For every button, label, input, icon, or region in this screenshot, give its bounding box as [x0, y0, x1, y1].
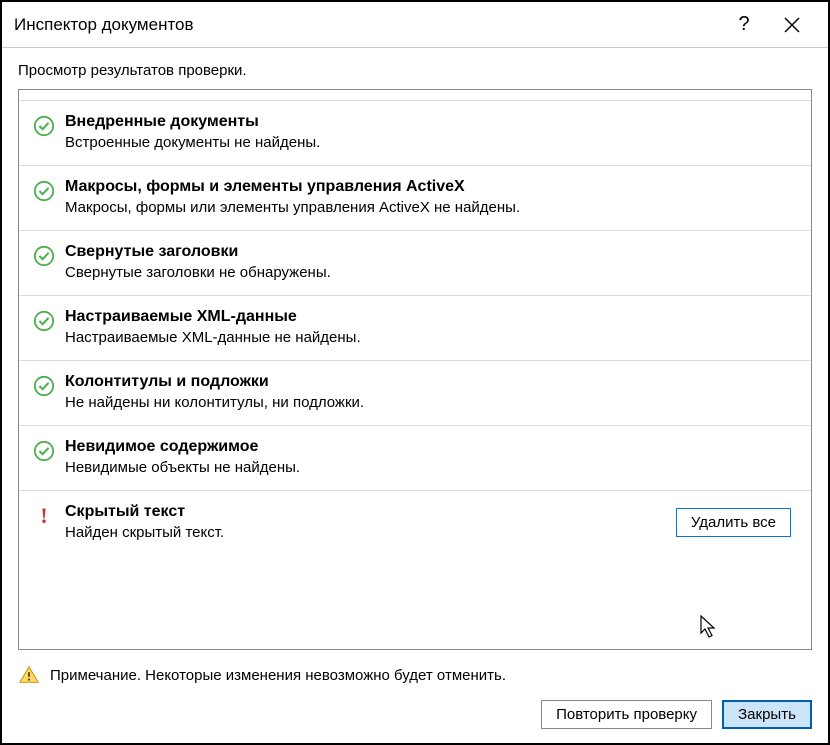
result-content: Макросы, формы и элементы управления Act…: [59, 178, 795, 216]
result-title: Внедренные документы: [65, 113, 795, 131]
checkmark-icon: [29, 178, 59, 202]
results-scroll[interactable]: Внедренные документы Встроенные документ…: [19, 90, 811, 649]
result-desc: Настраиваемые XML-данные не найдены.: [65, 329, 795, 346]
dialog-title: Инспектор документов: [14, 15, 720, 35]
checkmark-icon: [29, 373, 59, 397]
warning-triangle-icon: [18, 664, 40, 686]
result-content: Невидимое содержимое Невидимые объекты н…: [59, 438, 795, 476]
checkmark-icon: [29, 438, 59, 462]
result-action: Удалить все: [676, 508, 795, 537]
result-item: Свернутые заголовки Свернутые заголовки …: [19, 230, 811, 295]
result-content: Внедренные документы Встроенные документ…: [59, 113, 795, 151]
results-subtitle: Просмотр результатов проверки.: [2, 48, 828, 89]
titlebar: Инспектор документов ?: [2, 2, 828, 48]
result-item: Настраиваемые XML-данные Настраиваемые X…: [19, 295, 811, 360]
result-desc: Свернутые заголовки не обнаружены.: [65, 264, 795, 281]
result-content: Свернутые заголовки Свернутые заголовки …: [59, 243, 795, 281]
result-title: Колонтитулы и подложки: [65, 373, 795, 391]
result-title: Свернутые заголовки: [65, 243, 795, 261]
result-content: Колонтитулы и подложки Не найдены ни кол…: [59, 373, 795, 411]
result-content: Настраиваемые XML-данные Настраиваемые X…: [59, 308, 795, 346]
result-desc: Не найдены ни колонтитулы, ни подложки.: [65, 394, 795, 411]
result-desc: Невидимые объекты не найдены.: [65, 459, 795, 476]
checkmark-icon: [29, 243, 59, 267]
warning-icon: !: [29, 503, 59, 527]
footer-note-text: Примечание. Некоторые изменения невозмож…: [50, 667, 506, 684]
result-content: Скрытый текст Найден скрытый текст.: [59, 503, 676, 541]
results-container: Внедренные документы Встроенные документ…: [18, 89, 812, 650]
result-item: ! Скрытый текст Найден скрытый текст. Уд…: [19, 490, 811, 555]
close-icon: [784, 17, 800, 33]
close-button[interactable]: [768, 10, 816, 40]
footer-note: Примечание. Некоторые изменения невозмож…: [2, 650, 828, 694]
result-item: Колонтитулы и подложки Не найдены ни кол…: [19, 360, 811, 425]
result-item: Макросы, формы и элементы управления Act…: [19, 165, 811, 230]
close-dialog-button[interactable]: Закрыть: [722, 700, 812, 729]
result-desc: Найден скрытый текст.: [65, 524, 676, 541]
result-desc: Встроенные документы не найдены.: [65, 134, 795, 151]
remove-all-button[interactable]: Удалить все: [676, 508, 791, 537]
result-title: Настраиваемые XML-данные: [65, 308, 795, 326]
result-desc: Макросы, формы или элементы управления A…: [65, 199, 795, 216]
help-button[interactable]: ?: [720, 10, 768, 40]
result-title: Невидимое содержимое: [65, 438, 795, 456]
document-inspector-dialog: Инспектор документов ? Просмотр результа…: [0, 0, 830, 745]
checkmark-icon: [29, 113, 59, 137]
result-title: Скрытый текст: [65, 503, 676, 521]
checkmark-icon: [29, 308, 59, 332]
reinspect-button[interactable]: Повторить проверку: [541, 700, 712, 729]
result-item: Невидимое содержимое Невидимые объекты н…: [19, 425, 811, 490]
result-title: Макросы, формы и элементы управления Act…: [65, 178, 795, 196]
footer-buttons: Повторить проверку Закрыть: [2, 694, 828, 743]
result-item: Внедренные документы Встроенные документ…: [19, 100, 811, 165]
